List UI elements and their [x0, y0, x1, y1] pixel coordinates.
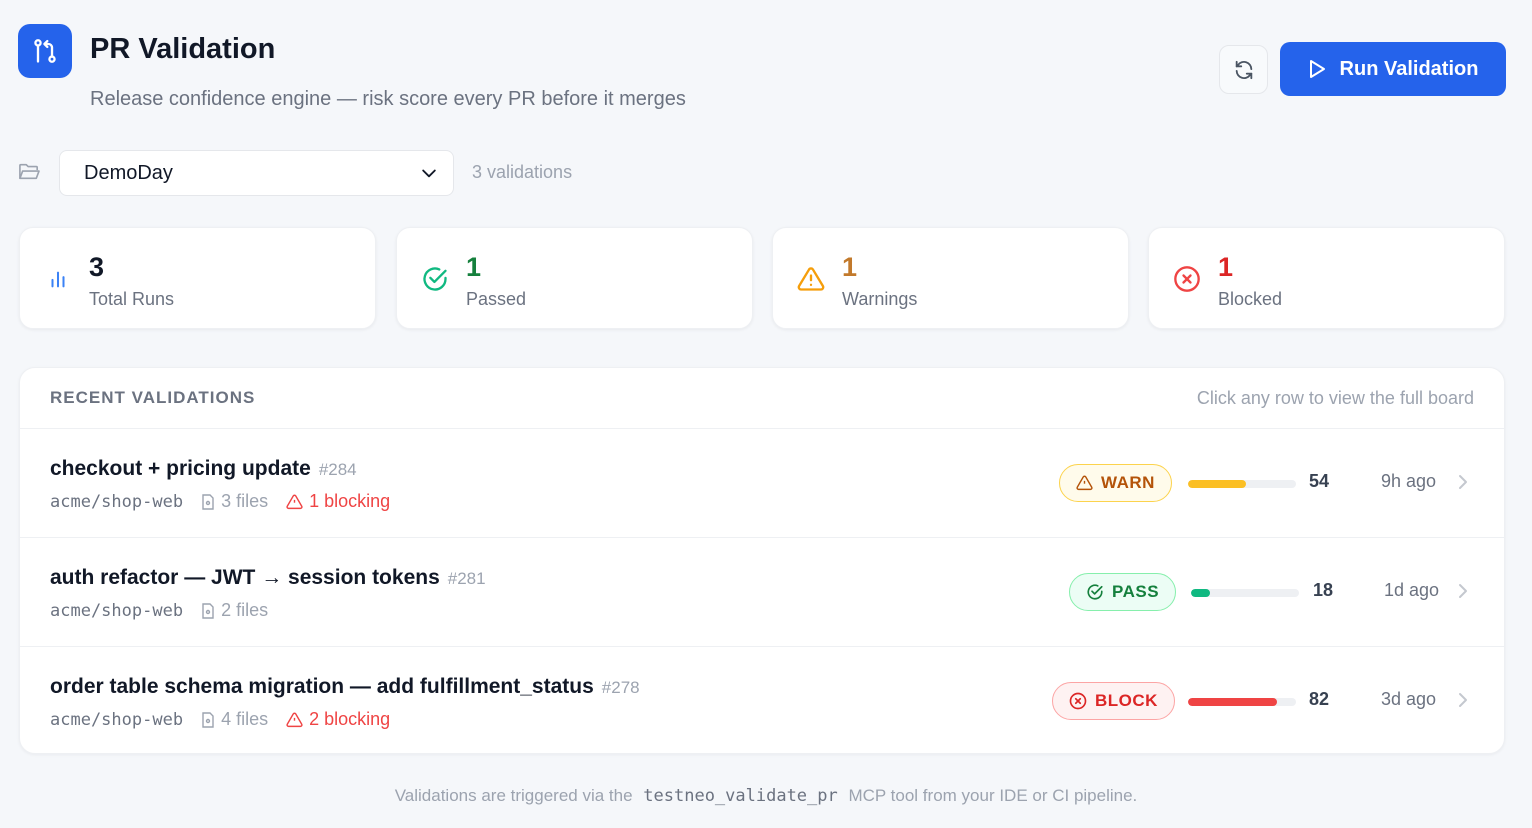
validation-row[interactable]: order table schema migration — add fulfi… [20, 647, 1504, 753]
blocking-text: 1 blocking [309, 491, 391, 511]
stat-value: 1 [1218, 252, 1234, 282]
row-age: 3d ago [1381, 689, 1437, 709]
risk-bar-fill [1191, 589, 1211, 597]
chevron-right-icon [1459, 475, 1467, 489]
files-text: 4 files [221, 709, 269, 729]
warning-triangle-icon [797, 265, 825, 293]
project-select[interactable]: DemoDay [59, 150, 454, 196]
footer-text-after: MCP tool from your IDE or CI pipeline. [848, 786, 1138, 805]
recent-validations-panel: RECENT VALIDATIONS Click any row to view… [19, 367, 1505, 754]
pr-number: #281 [447, 569, 486, 588]
stat-card-blocked: 1 Blocked [1148, 227, 1505, 329]
footer-note: Validations are triggered via the testne… [0, 786, 1532, 806]
row-meta: acme/shop-web 3 files 1 blocking [50, 491, 390, 512]
x-circle-icon [1069, 692, 1087, 710]
pr-title: auth refactor — JWT → session tokens [50, 566, 440, 589]
files-text: 2 files [221, 600, 269, 620]
bar-chart-icon [44, 265, 72, 293]
row-age: 9h ago [1381, 471, 1437, 491]
project-select-value: DemoDay [84, 161, 173, 184]
risk-score: 54 [1309, 471, 1330, 491]
pr-title: order table schema migration — add fulfi… [50, 675, 594, 698]
stat-label: Passed [466, 289, 527, 309]
stat-value: 1 [842, 252, 858, 282]
risk-bar [1191, 589, 1299, 597]
footer-tool-name: testneo_validate_pr [643, 786, 838, 806]
warning-icon [286, 712, 303, 727]
files-count: 2 files [201, 600, 268, 621]
risk-bar [1188, 698, 1296, 706]
status-text: PASS [1112, 582, 1160, 601]
folder-open-icon [18, 162, 40, 187]
files-count: 4 files [201, 709, 268, 730]
row-meta: acme/shop-web 4 files 2 blocking [50, 709, 390, 730]
status-badge-block: BLOCK [1052, 682, 1175, 720]
stat-label: Warnings [842, 289, 918, 309]
chevron-right-icon [1459, 693, 1467, 707]
pr-number: #278 [601, 678, 640, 697]
refresh-button[interactable] [1219, 45, 1268, 94]
file-icon [202, 493, 214, 510]
status-text: BLOCK [1095, 691, 1158, 710]
panel-header: RECENT VALIDATIONS Click any row to view… [20, 368, 1504, 429]
blocking-count: 1 blocking [286, 491, 390, 512]
pr-number: #284 [318, 460, 357, 479]
risk-score: 82 [1309, 689, 1330, 709]
page-subtitle: Release confidence engine — risk score e… [90, 88, 686, 110]
row-age: 1d ago [1384, 580, 1440, 600]
stat-value: 3 [89, 252, 105, 282]
file-icon [202, 602, 214, 619]
stat-card-warnings: 1 Warnings [772, 227, 1129, 329]
warning-icon [286, 494, 303, 509]
chevron-right-icon [1459, 584, 1467, 598]
row-meta: acme/shop-web 2 files [50, 600, 286, 621]
status-badge-pass: PASS [1069, 573, 1177, 611]
validation-row[interactable]: checkout + pricing update #284 acme/shop-… [20, 429, 1504, 538]
validation-count: 3 validations [472, 162, 573, 182]
risk-bar [1188, 480, 1296, 488]
check-circle-icon [421, 265, 449, 293]
footer-text-before: Validations are triggered via the [394, 786, 633, 805]
stat-card-passed: 1 Passed [396, 227, 753, 329]
run-validation-button[interactable]: Run Validation [1280, 42, 1506, 96]
validation-row[interactable]: auth refactor — JWT → session tokens #281… [20, 538, 1504, 647]
git-pull-request-icon [34, 39, 56, 63]
x-circle-icon [1173, 265, 1201, 293]
repo-name: acme/shop-web [50, 709, 184, 730]
risk-score: 18 [1313, 580, 1334, 600]
run-validation-label: Run Validation [1339, 57, 1479, 80]
file-icon [202, 711, 214, 728]
stat-value: 1 [466, 252, 482, 282]
row-title: auth refactor — JWT → session tokens #281 [50, 566, 486, 590]
status-text: WARN [1101, 473, 1155, 492]
risk-bar-fill [1188, 698, 1277, 706]
page-title: PR Validation [90, 33, 276, 65]
check-circle-icon [1087, 584, 1103, 600]
play-icon [1309, 60, 1325, 78]
panel-hint: Click any row to view the full board [1196, 387, 1474, 408]
panel-title: RECENT VALIDATIONS [50, 388, 256, 407]
app-logo [18, 24, 72, 78]
repo-name: acme/shop-web [50, 491, 184, 512]
blocking-count: 2 blocking [286, 709, 390, 730]
blocking-text: 2 blocking [309, 709, 391, 729]
stat-card-total-runs: 3 Total Runs [19, 227, 376, 329]
refresh-icon [1235, 60, 1252, 79]
risk-bar-fill [1188, 480, 1247, 488]
row-title: checkout + pricing update #284 [50, 457, 357, 481]
status-badge-warn: WARN [1059, 464, 1172, 502]
repo-name: acme/shop-web [50, 600, 184, 621]
files-text: 3 files [221, 491, 269, 511]
row-title: order table schema migration — add fulfi… [50, 675, 640, 699]
warning-icon [1076, 475, 1093, 491]
files-count: 3 files [201, 491, 268, 512]
pr-title: checkout + pricing update [50, 457, 311, 480]
chevron-down-icon [422, 169, 436, 178]
stat-label: Total Runs [89, 289, 175, 309]
stat-label: Blocked [1218, 289, 1283, 309]
